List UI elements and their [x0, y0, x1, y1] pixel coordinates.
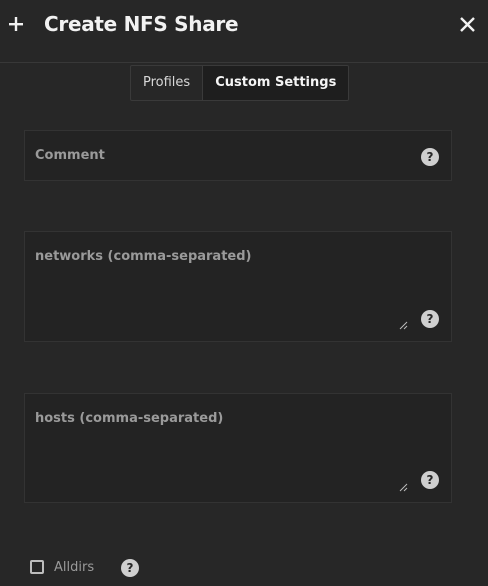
resize-handle-icon[interactable] — [399, 321, 408, 330]
tab-bar: Profiles Custom Settings — [130, 65, 350, 101]
comment-label: Comment — [35, 148, 105, 163]
hosts-help-icon[interactable]: ? — [421, 471, 439, 489]
close-icon[interactable] — [459, 16, 476, 33]
dialog-header: Create NFS Share — [0, 0, 488, 63]
hosts-field[interactable]: hosts (comma-separated) ? — [24, 393, 452, 503]
resize-handle-icon[interactable] — [399, 483, 408, 492]
tab-profiles[interactable]: Profiles — [131, 66, 202, 100]
networks-field[interactable]: networks (comma-separated) ? — [24, 231, 452, 342]
networks-help-icon[interactable]: ? — [421, 310, 439, 328]
tab-custom-settings[interactable]: Custom Settings — [202, 66, 349, 100]
hosts-label: hosts (comma-separated) — [35, 411, 224, 426]
alldirs-help-icon[interactable]: ? — [121, 559, 139, 577]
plus-icon — [9, 17, 23, 31]
dialog-title: Create NFS Share — [44, 12, 239, 36]
networks-label: networks (comma-separated) — [35, 249, 252, 264]
alldirs-label: Alldirs — [54, 560, 95, 575]
comment-field[interactable]: Comment ? — [24, 130, 452, 181]
alldirs-checkbox[interactable] — [30, 560, 44, 574]
comment-help-icon[interactable]: ? — [421, 148, 439, 166]
